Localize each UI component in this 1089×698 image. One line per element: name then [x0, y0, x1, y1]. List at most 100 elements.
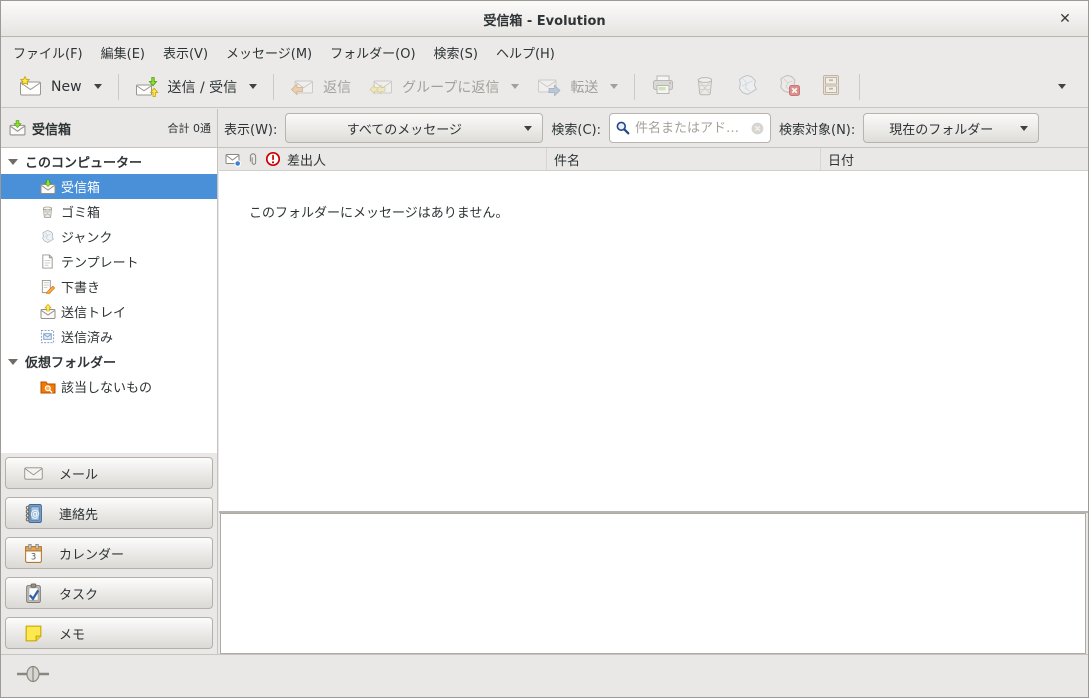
delete-button[interactable] — [684, 70, 726, 104]
reply-group-button[interactable]: グループに返信 — [360, 70, 528, 104]
send-receive-label: 送信 / 受信 — [168, 77, 238, 97]
print-button[interactable] — [642, 70, 684, 104]
trash-icon — [693, 73, 717, 101]
folder-controls: 表示(W): すべてのメッセージ 検索(C): 検索対象(N): 現在のフォルダ… — [218, 113, 1088, 143]
forward-icon — [537, 75, 561, 99]
toolbar: New 送信 / 受信 返信 グループに返信 — [1, 66, 1088, 108]
menu-help[interactable]: ヘルプ(H) — [487, 38, 564, 67]
junk-button[interactable] — [726, 70, 768, 104]
sidebar-toggle-button[interactable] — [15, 664, 51, 684]
folder-sent[interactable]: 送信済み — [1, 324, 217, 349]
account-label: このコンピューター — [25, 152, 142, 171]
trash-icon — [39, 203, 56, 220]
current-folder-name: 受信箱 — [32, 119, 71, 138]
not-junk-button[interactable] — [768, 70, 810, 104]
menu-folder[interactable]: フォルダー(O) — [321, 38, 424, 67]
folder-trash[interactable]: ゴミ箱 — [1, 199, 217, 224]
switcher-calendar-button[interactable]: 3 カレンダー — [5, 537, 213, 569]
menu-file[interactable]: ファイル(F) — [4, 38, 92, 67]
menu-message[interactable]: メッセージ(M) — [217, 38, 321, 67]
switcher-label: カレンダー — [59, 544, 124, 563]
reply-group-label: グループに返信 — [402, 77, 499, 97]
account-label: 仮想フォルダー — [25, 352, 116, 371]
column-date-label: 日付 — [828, 150, 854, 169]
search-scope-label: 検索対象(N): — [779, 119, 855, 138]
inbox-icon — [39, 178, 56, 195]
folder-drafts[interactable]: 下書き — [1, 274, 217, 299]
switcher-mail-button[interactable]: メール — [5, 457, 213, 489]
window-title: 受信箱 - Evolution — [1, 10, 1088, 29]
current-folder-info: 受信箱 合計 0通 — [1, 109, 218, 147]
switcher-label: メール — [59, 464, 98, 483]
new-button-label: New — [51, 79, 82, 95]
view-filter-dropdown[interactable]: すべてのメッセージ — [285, 113, 543, 143]
sent-icon — [39, 328, 56, 345]
toolbar-overflow-button[interactable] — [1044, 70, 1080, 104]
send-receive-dropdown-icon[interactable] — [249, 84, 257, 89]
view-filter-value: すべてのメッセージ — [296, 119, 512, 138]
folder-tree: このコンピューター 受信箱 ゴミ箱 ジャンク — [1, 148, 217, 453]
search-icon — [615, 120, 631, 136]
memos-icon — [22, 622, 44, 644]
archive-icon — [819, 73, 843, 101]
menu-edit[interactable]: 編集(E) — [92, 38, 154, 67]
folder-templates[interactable]: テンプレート — [1, 249, 217, 274]
new-dropdown-icon[interactable] — [94, 84, 102, 89]
search-entry — [609, 113, 771, 143]
new-button[interactable]: New — [9, 70, 111, 104]
toolbar-separator — [118, 74, 119, 100]
junk-icon — [39, 228, 56, 245]
forward-dropdown-icon[interactable] — [610, 84, 618, 89]
account-virtual-folders[interactable]: 仮想フォルダー — [1, 349, 217, 374]
outbox-icon — [39, 303, 56, 320]
close-icon[interactable]: ✕ — [1054, 8, 1076, 30]
search-input[interactable] — [635, 121, 746, 136]
account-this-computer[interactable]: このコンピューター — [1, 149, 217, 174]
search-scope-dropdown[interactable]: 現在のフォルダー — [863, 113, 1039, 143]
new-message-icon — [18, 75, 42, 99]
message-list-header: 差出人 件名 日付 — [219, 148, 1088, 171]
search-scope-value: 現在のフォルダー — [874, 119, 1008, 138]
forward-label: 転送 — [570, 77, 598, 97]
mail-icon — [22, 462, 44, 484]
switcher-memos-button[interactable]: メモ — [5, 617, 213, 649]
folder-label: 下書き — [61, 277, 100, 296]
folder-inbox[interactable]: 受信箱 — [1, 174, 217, 199]
expander-icon[interactable] — [8, 159, 18, 165]
column-from[interactable]: 差出人 — [219, 148, 547, 170]
folder-junk[interactable]: ジャンク — [1, 224, 217, 249]
folder-label: ジャンク — [61, 227, 112, 246]
clear-search-icon[interactable] — [750, 121, 765, 136]
forward-button[interactable]: 転送 — [528, 70, 627, 104]
folder-unmatched[interactable]: 該当しないもの — [1, 374, 217, 399]
folder-outbox[interactable]: 送信トレイ — [1, 299, 217, 324]
send-receive-button[interactable]: 送信 / 受信 — [126, 70, 267, 104]
drafts-icon — [39, 278, 56, 295]
column-subject-label: 件名 — [554, 150, 580, 169]
expander-icon[interactable] — [8, 359, 18, 365]
folder-label: 受信箱 — [61, 177, 100, 196]
not-junk-icon — [777, 73, 801, 101]
switcher-label: タスク — [59, 584, 98, 603]
inbox-icon — [9, 120, 26, 137]
reply-group-dropdown-icon[interactable] — [511, 84, 519, 89]
menu-search[interactable]: 検索(S) — [425, 38, 487, 67]
menu-view[interactable]: 表示(V) — [154, 38, 217, 67]
reply-button[interactable]: 返信 — [281, 70, 360, 104]
switcher-label: 連絡先 — [59, 504, 98, 523]
menu-bar: ファイル(F) 編集(E) 表示(V) メッセージ(M) フォルダー(O) 検索… — [1, 38, 1088, 66]
svg-text:3: 3 — [30, 551, 35, 561]
toolbar-separator — [634, 74, 635, 100]
column-subject[interactable]: 件名 — [547, 148, 821, 170]
message-list: 差出人 件名 日付 このフォルダーにメッセージはありません。 — [219, 148, 1088, 511]
archive-button[interactable] — [810, 70, 852, 104]
chevron-down-icon — [524, 126, 532, 131]
switcher-contacts-button[interactable]: @ 連絡先 — [5, 497, 213, 529]
search-folder-icon — [39, 378, 56, 395]
folder-label: 送信済み — [61, 327, 113, 346]
switcher-tasks-button[interactable]: タスク — [5, 577, 213, 609]
reply-group-icon — [369, 75, 393, 99]
pane-toggle-icon — [16, 665, 50, 683]
folder-label: ゴミ箱 — [61, 202, 100, 221]
column-date[interactable]: 日付 — [821, 148, 1088, 170]
